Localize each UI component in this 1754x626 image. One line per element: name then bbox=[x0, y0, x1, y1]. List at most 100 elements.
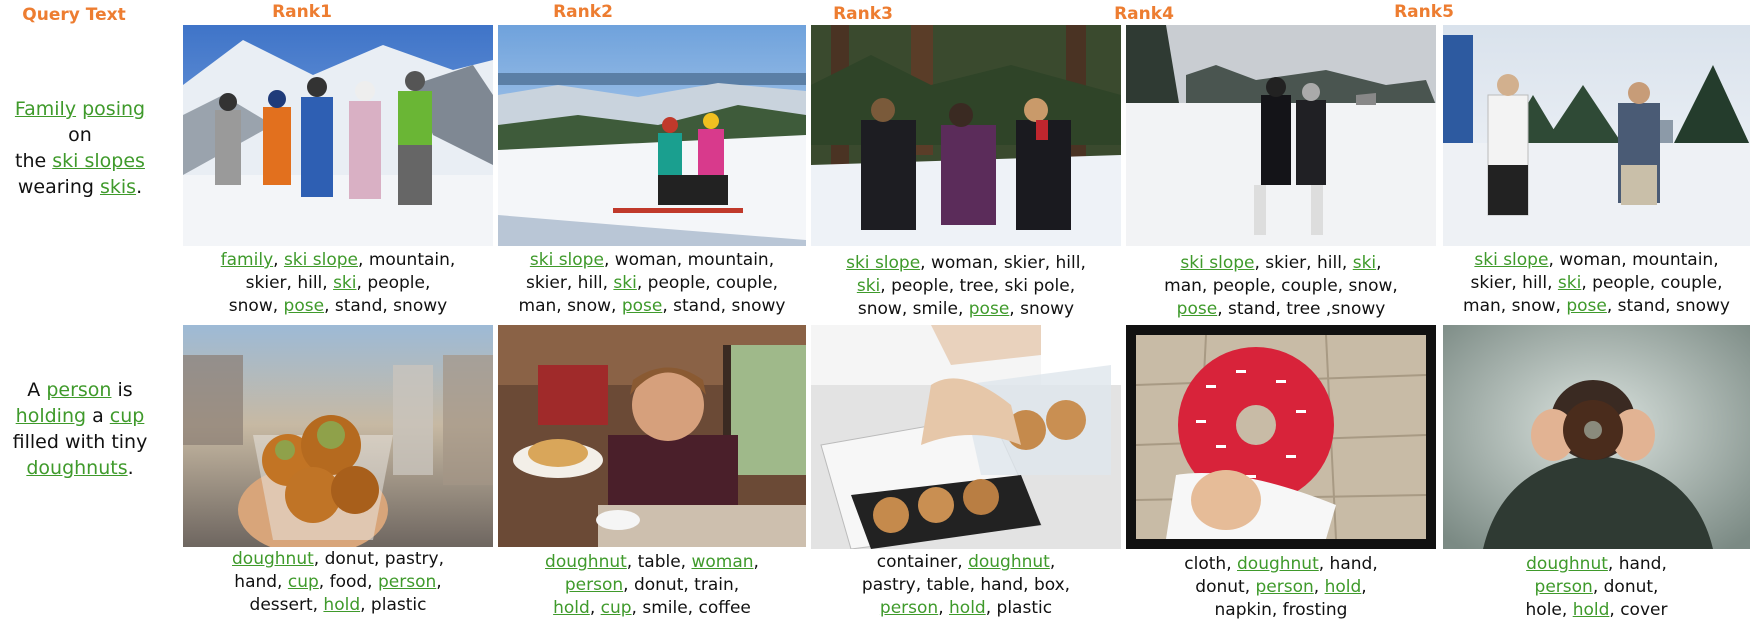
rank3-header: Rank3 bbox=[833, 4, 893, 24]
result-image-r2-5[interactable] bbox=[1443, 325, 1750, 549]
plain-text: hand, bbox=[234, 572, 288, 592]
text-line: hole, hold, cover bbox=[1443, 599, 1750, 622]
text-line: cloth, doughnut, hand, bbox=[1126, 553, 1436, 576]
text-line: pose, stand, tree ,snowy bbox=[1126, 298, 1436, 321]
highlighted-word: person bbox=[378, 572, 437, 592]
plain-text: , cover bbox=[1609, 600, 1668, 620]
plain-text: , smile, coffee bbox=[631, 598, 751, 618]
plain-text: , bbox=[1361, 577, 1367, 597]
plain-text: , table, bbox=[626, 552, 692, 572]
plain-text: , woman, skier, hill, bbox=[920, 253, 1086, 273]
highlighted-word: cup bbox=[287, 572, 319, 592]
result-image-r1-5[interactable] bbox=[1443, 25, 1750, 246]
highlighted-word: person bbox=[46, 379, 112, 401]
highlighted-word: woman bbox=[691, 552, 754, 572]
text-line: snow, smile, pose, snowy bbox=[811, 298, 1121, 321]
text-line: filled with tiny bbox=[2, 429, 158, 455]
plain-text: , bbox=[436, 572, 442, 592]
result-image-r1-3[interactable] bbox=[811, 25, 1121, 246]
text-line: family, ski slope, mountain, bbox=[183, 249, 493, 272]
result-image-r2-2[interactable] bbox=[498, 325, 806, 547]
plain-text: , woman, mountain, bbox=[1548, 250, 1719, 270]
highlighted-word: person bbox=[1255, 577, 1314, 597]
query-text-1: Family posing on the ski slopes wearing sk… bbox=[2, 96, 158, 200]
text-line: ski, people, tree, ski pole, bbox=[811, 275, 1121, 298]
highlighted-word: hold bbox=[949, 598, 986, 618]
plain-text: a bbox=[86, 405, 110, 427]
highlighted-word: person bbox=[564, 575, 624, 595]
result-tags-r2-1: doughnut, donut, pastry, hand, cup, food,… bbox=[183, 548, 493, 617]
result-tags-r2-5: doughnut, hand, person, donut, hole, hold,… bbox=[1443, 553, 1750, 622]
text-line: container, doughnut, bbox=[811, 551, 1121, 574]
plain-text: , stand, snowy bbox=[324, 296, 448, 316]
highlighted-word: pose bbox=[283, 296, 325, 316]
text-line: man, snow, pose, stand, snowy bbox=[498, 295, 806, 318]
plain-text: , donut, train, bbox=[623, 575, 740, 595]
plain-text: , donut, bbox=[1592, 577, 1659, 597]
highlighted-word: pose bbox=[1566, 296, 1607, 316]
plain-text: is bbox=[111, 379, 133, 401]
plain-text: on bbox=[68, 124, 92, 146]
highlighted-word: ski bbox=[1557, 273, 1582, 293]
rank1-header: Rank1 bbox=[272, 2, 332, 22]
result-image-r1-4[interactable] bbox=[1126, 25, 1436, 246]
text-line: doughnut, table, woman, bbox=[498, 551, 806, 574]
highlighted-word: pose bbox=[968, 299, 1010, 319]
text-line: hand, cup, food, person, bbox=[183, 571, 493, 594]
query-text-header: Query Text bbox=[22, 5, 126, 25]
plain-text: man, snow, bbox=[518, 296, 622, 316]
highlighted-word: doughnut bbox=[1237, 554, 1319, 574]
plain-text: pastry, table, hand, box, bbox=[861, 575, 1071, 595]
highlighted-word: ski bbox=[613, 273, 637, 293]
text-line: person, donut, train, bbox=[498, 574, 806, 597]
result-tags-r2-2: doughnut, table, woman, person, donut, tr… bbox=[498, 551, 806, 620]
plain-text: , snowy bbox=[1009, 299, 1075, 319]
plain-text: , bbox=[589, 598, 601, 618]
text-line: doughnut, hand, bbox=[1443, 553, 1750, 576]
query-text-2: A person is holding a cup filled with tiny… bbox=[2, 377, 158, 481]
highlighted-word: person bbox=[879, 598, 939, 618]
text-line: person, donut, bbox=[1443, 576, 1750, 599]
plain-text: , bbox=[273, 250, 284, 270]
highlighted-word: doughnut bbox=[1526, 554, 1608, 574]
result-image-r1-2[interactable] bbox=[498, 25, 806, 246]
plain-text: , bbox=[1376, 253, 1382, 273]
text-line: skier, hill, ski, people, couple, bbox=[498, 272, 806, 295]
text-line: Family posing on bbox=[2, 96, 158, 148]
result-image-r2-1[interactable] bbox=[183, 325, 493, 547]
plain-text: skier, hill, bbox=[245, 273, 334, 293]
result-tags-r2-3: container, doughnut, pastry, table, hand,… bbox=[811, 551, 1121, 620]
plain-text: , people, bbox=[356, 273, 431, 293]
highlighted-word: ski slopes bbox=[52, 150, 145, 172]
text-line: A person is bbox=[2, 377, 158, 403]
result-image-r2-3[interactable] bbox=[811, 325, 1121, 549]
plain-text: , bbox=[1049, 552, 1056, 572]
plain-text: container, bbox=[876, 552, 969, 572]
text-line: hold, cup, smile, coffee bbox=[498, 597, 806, 620]
highlighted-word: Family bbox=[14, 98, 77, 120]
text-line: the ski slopes bbox=[2, 148, 158, 174]
plain-text: , people, tree, ski pole, bbox=[880, 276, 1076, 296]
highlighted-word: person bbox=[1534, 577, 1593, 597]
result-tags-r1-5: ski slope, woman, mountain, skier, hill, … bbox=[1443, 249, 1750, 318]
highlighted-word: ski slope bbox=[1474, 250, 1549, 270]
plain-text: skier, hill, bbox=[525, 273, 614, 293]
highlighted-word: ski bbox=[1352, 253, 1377, 273]
plain-text: , people, couple, bbox=[1581, 273, 1723, 293]
plain-text: hole, bbox=[1525, 600, 1573, 620]
highlighted-word: hold bbox=[1572, 600, 1610, 620]
plain-text: , stand, snowy bbox=[1606, 296, 1730, 316]
text-line: skier, hill, ski, people, couple, bbox=[1443, 272, 1750, 295]
plain-text: , bbox=[938, 598, 950, 618]
highlighted-word: cup bbox=[109, 405, 145, 427]
text-line: man, snow, pose, stand, snowy bbox=[1443, 295, 1750, 318]
highlighted-word: holding bbox=[15, 405, 87, 427]
rank5-header: Rank5 bbox=[1394, 2, 1454, 22]
result-image-r1-1[interactable] bbox=[183, 25, 493, 246]
plain-text: man, snow, bbox=[1463, 296, 1567, 316]
plain-text: , hand, bbox=[1318, 554, 1378, 574]
result-image-r2-4[interactable] bbox=[1126, 325, 1436, 549]
text-line: ski slope, woman, skier, hill, bbox=[811, 252, 1121, 275]
plain-text: wearing bbox=[17, 176, 100, 198]
text-line: dessert, hold, plastic bbox=[183, 594, 493, 617]
